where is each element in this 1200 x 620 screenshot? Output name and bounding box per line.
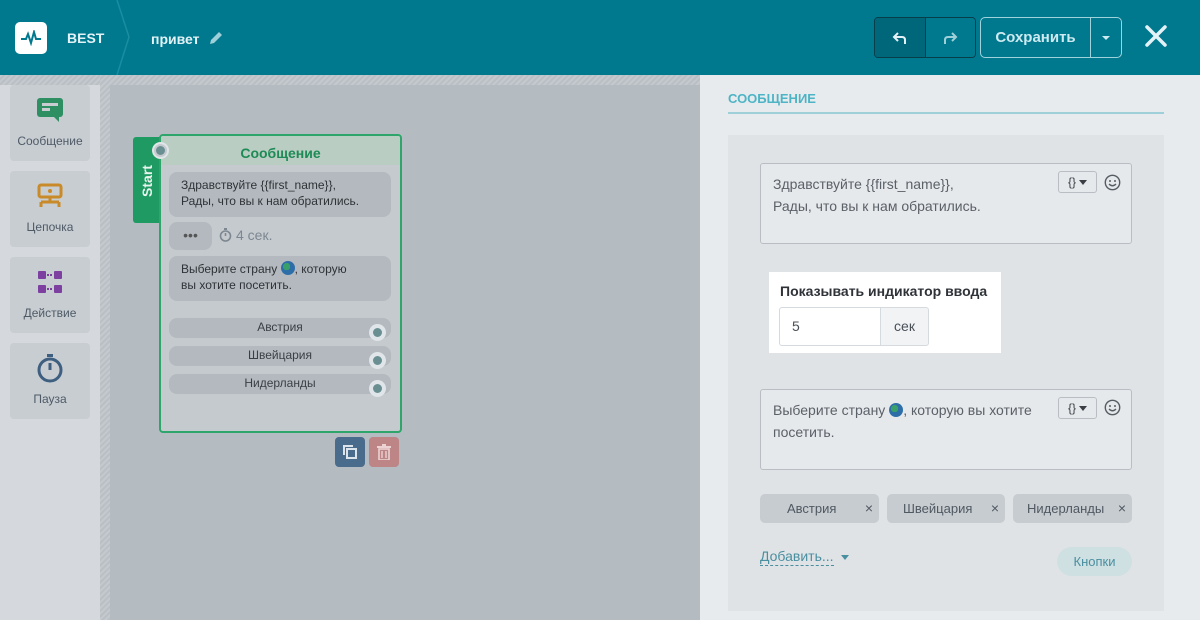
tag-label: Швейцария: [903, 501, 973, 516]
add-link[interactable]: Добавить...: [760, 548, 834, 566]
caret-down-icon: [1079, 179, 1087, 185]
output-port[interactable]: [369, 380, 386, 397]
variables-label: {}: [1067, 175, 1076, 189]
emoji-icon[interactable]: [1104, 399, 1121, 416]
message-line: Рады, что вы к нам обратились.: [181, 194, 360, 208]
message-line: Здравствуйте {{first_name}},: [181, 178, 336, 192]
panel-title: СООБЩЕНИЕ: [728, 91, 816, 106]
caret-down-icon: [1102, 35, 1110, 40]
output-port[interactable]: [369, 352, 386, 369]
history-buttons: [874, 17, 976, 58]
editor-line: посетить.: [773, 424, 835, 440]
typing-indicator-label: Показывать индикатор ввода: [780, 283, 988, 299]
palette-item-label: Сообщение: [17, 134, 83, 148]
delay-label: 4 сек.: [219, 227, 272, 243]
brand-name[interactable]: BEST: [67, 30, 104, 46]
editor-text: Выберите страну: [773, 402, 890, 418]
breadcrumb-separator: [116, 0, 130, 75]
quick-reply-button[interactable]: Швейцария: [169, 346, 391, 366]
stopwatch-icon: [219, 228, 232, 242]
timer-icon: [37, 354, 63, 383]
delete-node-button[interactable]: [369, 437, 399, 467]
palette-item-message[interactable]: Сообщение: [10, 85, 90, 161]
trash-icon: [377, 444, 391, 460]
caret-down-icon: [1079, 405, 1087, 411]
quick-reply-tag[interactable]: Нидерланды ×: [1013, 494, 1132, 523]
typing-duration-input[interactable]: 5: [779, 307, 881, 346]
variables-label: {}: [1067, 401, 1076, 415]
start-label: Start: [139, 165, 155, 197]
palette-item-action[interactable]: Действие: [10, 257, 90, 333]
emoji-icon[interactable]: [1104, 174, 1121, 191]
quick-reply-button[interactable]: Нидерланды: [169, 374, 391, 394]
chain-icon: [37, 183, 63, 207]
close-icon: [1145, 25, 1167, 47]
block-palette: Сообщение Цепочка Действие Пауза: [0, 75, 100, 620]
redo-button[interactable]: [925, 18, 975, 57]
palette-item-chain[interactable]: Цепочка: [10, 171, 90, 247]
quick-reply-button[interactable]: Австрия: [169, 318, 391, 338]
undo-button[interactable]: [875, 18, 926, 57]
quick-reply-tag[interactable]: Австрия ×: [760, 494, 879, 523]
palette-item-pause[interactable]: Пауза: [10, 343, 90, 419]
variables-button[interactable]: {}: [1058, 171, 1097, 193]
remove-tag-icon[interactable]: ×: [991, 494, 999, 523]
panel-divider: [728, 112, 1164, 114]
redo-icon: [944, 31, 958, 44]
remove-tag-icon[interactable]: ×: [1118, 494, 1126, 523]
save-dropdown-button[interactable]: [1090, 17, 1122, 58]
typing-indicator[interactable]: •••: [169, 222, 212, 250]
message-bubble[interactable]: Выберите страну , которую вы хотите посе…: [169, 256, 391, 301]
copy-icon: [343, 445, 357, 459]
message-line: вы хотите посетить.: [181, 278, 292, 292]
palette-item-label: Цепочка: [26, 220, 74, 234]
input-port[interactable]: [152, 142, 169, 159]
message-line: Выберите страну , которую: [181, 261, 379, 277]
output-port[interactable]: [369, 324, 386, 341]
message-text: Выберите страну: [181, 262, 281, 276]
buttons-toggle[interactable]: Кнопки: [1057, 547, 1132, 576]
palette-item-label: Пауза: [33, 392, 67, 406]
globe-icon: [889, 403, 904, 417]
typing-indicator-settings: Показывать индикатор ввода 5 сек: [769, 272, 1001, 353]
message-bubble[interactable]: Здравствуйте {{first_name}}, Рады, что в…: [169, 172, 391, 217]
close-button[interactable]: [1140, 20, 1172, 52]
pulse-icon: [21, 30, 41, 46]
remove-tag-icon[interactable]: ×: [865, 494, 873, 523]
node-header[interactable]: Сообщение: [161, 136, 400, 165]
palette-item-label: Действие: [23, 306, 77, 320]
quick-reply-tag[interactable]: Швейцария ×: [887, 494, 1005, 523]
undo-icon: [892, 31, 906, 44]
delay-value: 4 сек.: [236, 227, 273, 243]
flow-title[interactable]: привет: [151, 31, 200, 47]
tag-label: Австрия: [787, 501, 837, 516]
copy-node-button[interactable]: [335, 437, 365, 467]
variables-button[interactable]: {}: [1058, 397, 1097, 419]
tag-label: Нидерланды: [1027, 501, 1105, 516]
pencil-icon[interactable]: [208, 30, 224, 46]
app-logo[interactable]: [15, 22, 47, 54]
message-text: , которую: [294, 262, 347, 276]
node-title: Сообщение: [240, 145, 321, 161]
globe-icon: [280, 261, 295, 275]
message-icon: [37, 98, 63, 122]
editor-text: , которую вы хотите: [903, 402, 1032, 418]
caret-down-icon[interactable]: [841, 555, 849, 560]
editor-line: Рады, что вы к нам обратились.: [773, 198, 981, 214]
save-button[interactable]: Сохранить: [980, 17, 1091, 58]
typing-duration-unit: сек: [880, 307, 929, 346]
top-bar: BEST привет Сохранить: [0, 0, 1200, 75]
action-icon: [38, 271, 62, 293]
